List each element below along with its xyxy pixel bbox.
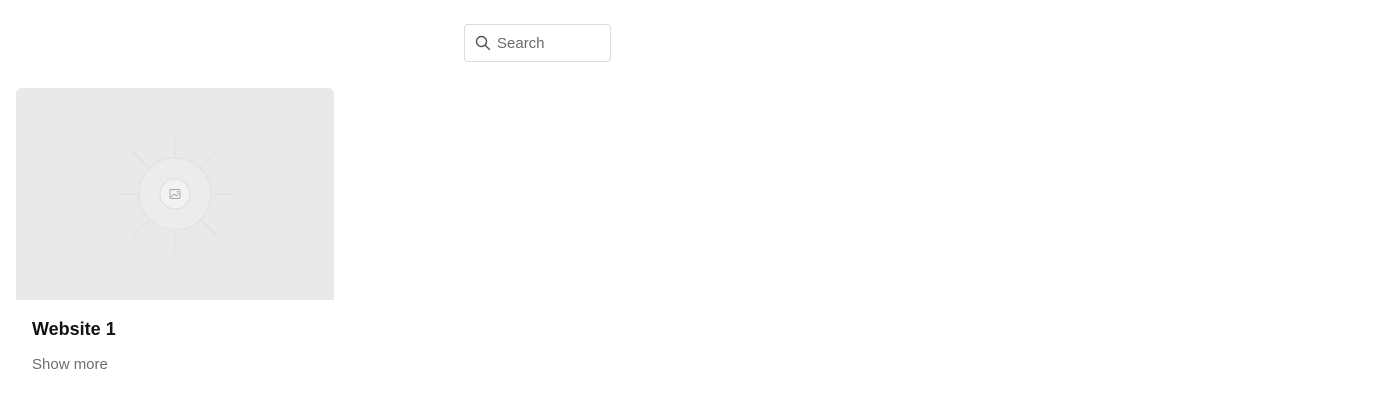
page: Website 1 Show more bbox=[0, 0, 1376, 416]
search-icon bbox=[475, 35, 491, 51]
image-placeholder-icon bbox=[115, 134, 235, 254]
card-title: Website 1 bbox=[32, 319, 116, 339]
card-thumbnail bbox=[16, 88, 334, 300]
search-input[interactable] bbox=[497, 25, 607, 61]
website-card[interactable]: Website 1 Show more bbox=[16, 88, 334, 388]
search-box[interactable] bbox=[464, 24, 611, 62]
show-more-link[interactable]: Show more bbox=[32, 356, 108, 373]
